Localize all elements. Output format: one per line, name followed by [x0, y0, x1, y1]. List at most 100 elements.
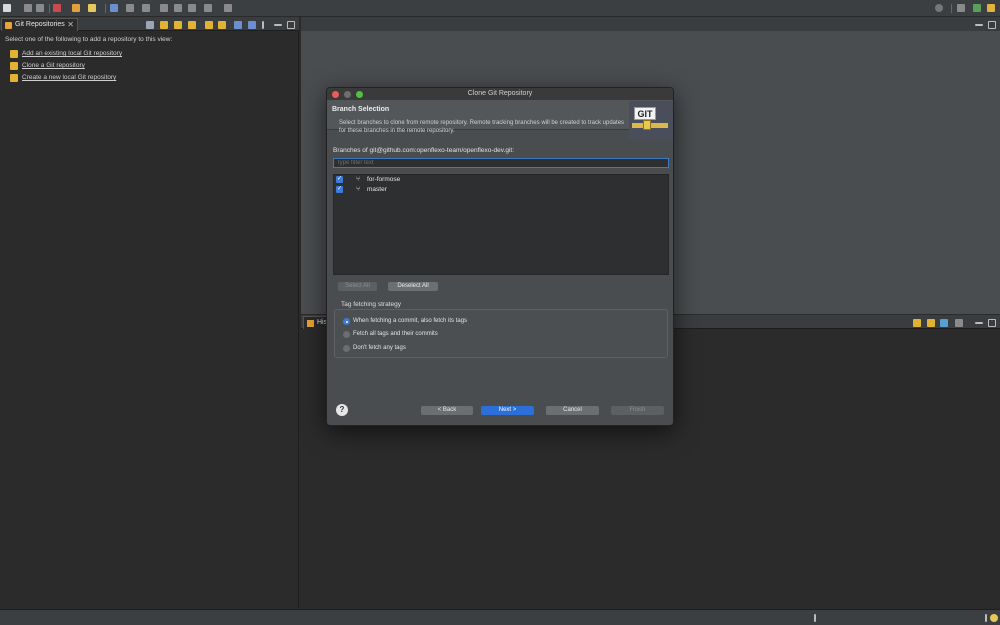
toolbar-separator — [105, 4, 106, 13]
branch-icon: ⑂ — [356, 176, 361, 183]
select-all-button[interactable]: Select All — [338, 282, 377, 291]
zoom-window-icon[interactable] — [356, 91, 363, 98]
tab-label: Git Repositories — [15, 21, 65, 28]
quick-access-search-icon[interactable] — [935, 4, 943, 12]
minimize-window-icon[interactable] — [344, 91, 351, 98]
collapse-all-icon[interactable] — [146, 21, 154, 29]
add-repository-icon[interactable] — [174, 21, 182, 29]
save-icon[interactable] — [24, 4, 32, 12]
branch-name: master — [367, 186, 387, 193]
wizard-page-description: Select branches to clone from remote rep… — [339, 120, 625, 134]
create-repository-link[interactable]: Create a new local Git repository — [22, 74, 116, 81]
filter-icon[interactable] — [234, 21, 242, 29]
editor-area-bar — [301, 17, 1000, 31]
refresh-icon[interactable] — [218, 21, 226, 29]
open-perspective-icon[interactable] — [957, 4, 965, 12]
status-separator-icon — [985, 614, 987, 622]
pin-editor-icon[interactable] — [224, 4, 232, 12]
link-with-selection-icon[interactable] — [160, 21, 168, 29]
clone-repository-link[interactable]: Clone a Git repository — [22, 62, 85, 69]
history-icon — [307, 320, 314, 327]
maximize-icon[interactable] — [988, 21, 996, 29]
close-icon[interactable]: ✕ — [67, 19, 74, 31]
dialog-title: Clone Git Repository — [467, 90, 533, 97]
save-all-icon[interactable] — [36, 4, 44, 12]
git-staging-icon[interactable] — [248, 21, 256, 29]
branch-icon: ⑂ — [356, 186, 361, 193]
branch-name: for-formose — [367, 176, 401, 183]
git-repositories-tabbar: Git Repositories ✕ — [0, 17, 299, 31]
next-button[interactable]: Next > — [481, 406, 534, 415]
open-type-icon[interactable] — [110, 4, 118, 12]
toolbar-separator — [951, 4, 952, 13]
next-annotation-icon[interactable] — [142, 4, 150, 12]
tip-lightbulb-icon[interactable] — [990, 614, 998, 622]
java-perspective-icon[interactable] — [973, 4, 981, 12]
back-button[interactable]: < Back — [421, 406, 473, 415]
forward-icon[interactable] — [174, 4, 182, 12]
main-toolbar — [0, 0, 1000, 17]
radio-selected[interactable] — [343, 318, 350, 325]
link-with-editor-icon[interactable] — [913, 319, 921, 327]
tag-option-no-tags[interactable]: Don't fetch any tags — [343, 344, 643, 353]
radio-label: Fetch all tags and their commits — [353, 331, 438, 337]
status-bar — [0, 609, 1000, 625]
maximize-icon[interactable] — [287, 21, 295, 29]
create-repository-icon[interactable] — [205, 21, 213, 29]
dialog-titlebar: Clone Git Repository — [327, 88, 673, 100]
git-logo-text: GIT — [634, 107, 656, 120]
finish-button[interactable]: Finish — [611, 406, 664, 415]
git-repositories-view: Git Repositories ✕ Select one of the fol… — [0, 17, 299, 608]
help-icon[interactable]: ? — [336, 404, 348, 416]
branch-item-master[interactable]: ✓ ⑂ master — [336, 185, 656, 194]
tag-option-fetch-with-commit[interactable]: When fetching a commit, also fetch its t… — [343, 317, 643, 326]
add-repo-icon — [10, 50, 18, 58]
git-repositories-icon — [5, 22, 12, 29]
close-window-icon[interactable] — [332, 91, 339, 98]
status-separator-icon — [814, 614, 816, 622]
git-logo-knob — [643, 120, 651, 130]
radio-label: When fetching a commit, also fetch its t… — [353, 318, 468, 324]
view-menu-icon[interactable] — [262, 21, 264, 29]
new-icon[interactable] — [3, 4, 11, 12]
tag-option-fetch-all[interactable]: Fetch all tags and their commits — [343, 330, 643, 339]
tools-icon[interactable] — [88, 4, 96, 12]
nav-back-icon[interactable] — [188, 4, 196, 12]
minimize-icon[interactable] — [274, 24, 282, 26]
git-perspective-icon[interactable] — [987, 4, 995, 12]
branches-label: Branches of git@github.com:openflexo-tea… — [333, 147, 514, 154]
pin-icon[interactable] — [955, 319, 963, 327]
compare-mode-icon[interactable] — [927, 319, 935, 327]
search-toolbar-icon[interactable] — [126, 4, 134, 12]
debug-icon[interactable] — [53, 4, 61, 12]
branch-item-for-formose[interactable]: ✓ ⑂ for-formose — [336, 175, 656, 184]
tag-strategy-label: Tag fetching strategy — [341, 301, 401, 308]
radio-unselected[interactable] — [343, 331, 350, 338]
tab-git-repositories[interactable]: Git Repositories ✕ — [1, 18, 78, 31]
show-all-branches-icon[interactable] — [940, 319, 948, 327]
clone-repository-icon[interactable] — [188, 21, 196, 29]
radio-unselected[interactable] — [343, 345, 350, 352]
branch-checkbox[interactable]: ✓ — [336, 176, 343, 183]
back-icon[interactable] — [160, 4, 168, 12]
run-icon[interactable] — [72, 4, 80, 12]
cancel-button[interactable]: Cancel — [546, 406, 599, 415]
branch-filter-input[interactable] — [333, 158, 669, 168]
branch-checkbox[interactable]: ✓ — [336, 186, 343, 193]
minimize-icon[interactable] — [975, 322, 983, 324]
deselect-all-button[interactable]: Deselect All — [388, 282, 438, 291]
branch-list[interactable]: ✓ ⑂ for-formose ✓ ⑂ master — [333, 174, 669, 275]
add-existing-repository-link[interactable]: Add an existing local Git repository — [22, 50, 122, 57]
clone-git-repository-dialog: Clone Git Repository Branch Selection Se… — [326, 87, 674, 426]
create-repo-icon — [10, 74, 18, 82]
git-logo-icon: GIT — [629, 101, 673, 139]
add-repository-message: Select one of the following to add a rep… — [5, 36, 173, 43]
wizard-page-title: Branch Selection — [332, 106, 390, 113]
minimize-icon[interactable] — [975, 24, 983, 26]
tag-strategy-group: When fetching a commit, also fetch its t… — [334, 309, 668, 358]
nav-forward-icon[interactable] — [204, 4, 212, 12]
wizard-header: Branch Selection Select branches to clon… — [327, 100, 673, 139]
clone-repo-icon — [10, 62, 18, 70]
maximize-icon[interactable] — [988, 319, 996, 327]
radio-label: Don't fetch any tags — [353, 345, 406, 351]
